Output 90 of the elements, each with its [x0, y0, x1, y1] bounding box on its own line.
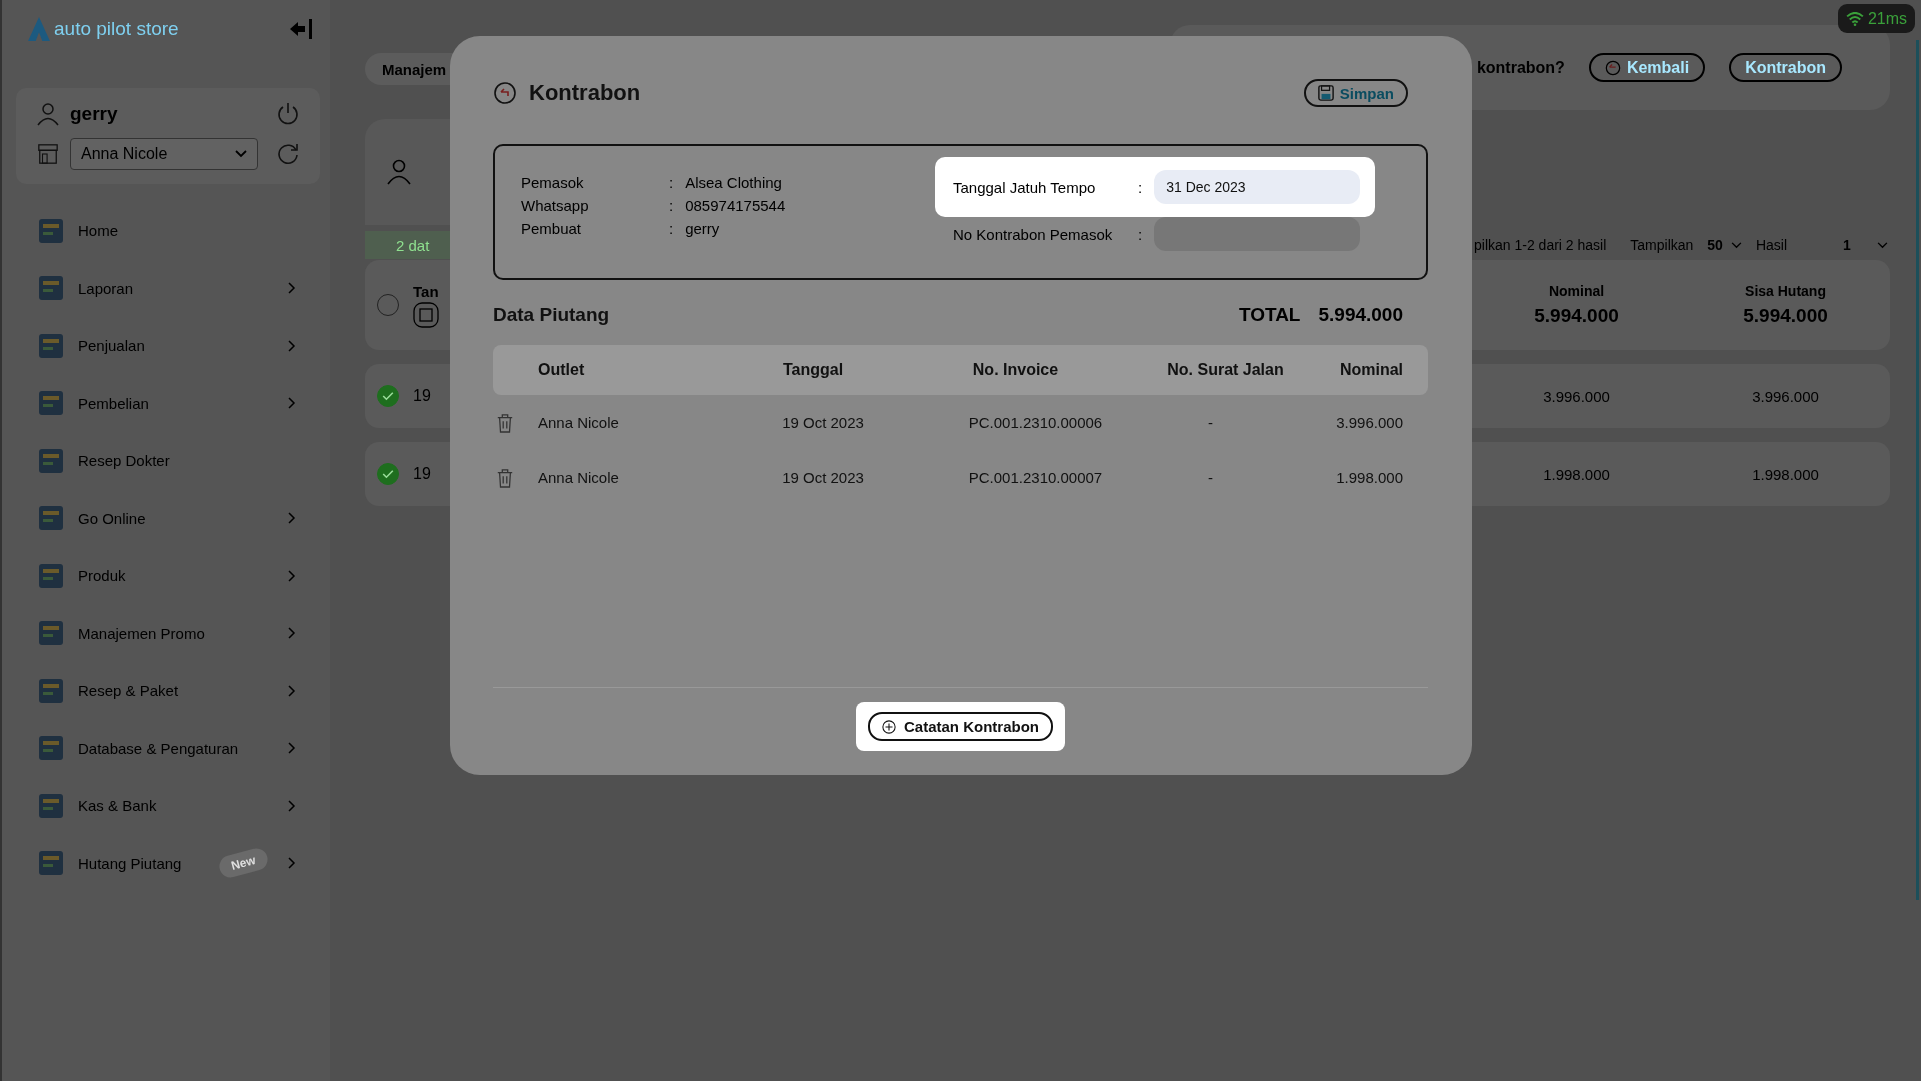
breadcrumb-text: Manajem [382, 60, 447, 78]
row-nominal: 1.998.000 [1542, 465, 1611, 483]
row-remaining: 1.998.000 [1751, 465, 1820, 483]
row-remaining: 3.996.000 [1751, 387, 1820, 405]
show-label: Tampilkan [1630, 237, 1694, 253]
table-cell-text: PC.001.2310.00006 [967, 414, 1104, 431]
row-date: 19 [413, 465, 431, 483]
table-cell-text: 19 Oct 2023 [781, 414, 865, 431]
column-header: Outlet [538, 361, 586, 379]
total-label: TOTAL [1238, 304, 1301, 326]
separator-text: : [1138, 225, 1143, 243]
input-field[interactable] [1154, 217, 1360, 251]
section-title: Data Piutang [493, 304, 610, 326]
menu-item[interactable]: Penjualan [2, 317, 330, 375]
logo-text: auto pilot store [54, 18, 179, 40]
separator-text: : [669, 174, 674, 191]
column-header: No. Invoice [971, 361, 1060, 379]
latency-text: 21ms [1867, 9, 1907, 28]
table-cell-text: PC.001.2310.00007 [967, 469, 1104, 486]
menu-item[interactable]: Home [2, 202, 330, 260]
info-label: Whatsapp [521, 197, 590, 214]
separator-text: : [669, 220, 674, 237]
prompt-text: kontrabon? [1476, 58, 1565, 77]
table-cell-text: 19 Oct 2023 [781, 469, 865, 486]
storefront-icon [36, 143, 60, 165]
info-value: 085974175544 [685, 197, 786, 214]
chevron-down-icon [1876, 241, 1888, 249]
menu-item[interactable]: Resep & Paket [2, 662, 330, 720]
table-cell-text: Anna Nicole [538, 414, 620, 431]
total-value: 5.994.000 [1534, 305, 1619, 327]
table-cell-text: - [1207, 469, 1214, 486]
power-icon[interactable] [276, 102, 300, 126]
menu-item[interactable]: Kas & Bank [2, 777, 330, 835]
menu-item[interactable]: Hutang Piutang New [2, 834, 330, 892]
back-button[interactable]: Kembali [1588, 53, 1706, 82]
field-label: Tanggal Jatuh Tempo [953, 178, 1097, 196]
user-name: gerry [70, 103, 118, 125]
info-value: Alsea Clothing [685, 174, 782, 191]
column-header: Nominal [1338, 361, 1403, 379]
outlet-select[interactable]: Anna Nicole [70, 138, 258, 170]
total-label: Nominal [1548, 283, 1605, 299]
banner-text: 2 dat [396, 236, 430, 254]
table-cell-text: 3.996.000 [1335, 414, 1403, 431]
save-button[interactable]: Simpan [1303, 79, 1408, 107]
field-label: No Kontrabon Pemasok [953, 225, 1114, 243]
page-size-select[interactable]: 50 [1707, 237, 1742, 253]
column-header: No. Surat Jalan [1166, 361, 1285, 379]
action-button[interactable]: Kontrabon [1729, 53, 1842, 82]
total-amount: 5.994.000 [1318, 304, 1403, 326]
info-label: Pemasok [521, 174, 585, 191]
info-value: gerry [685, 220, 720, 237]
chevron-down-icon [235, 150, 247, 158]
person-icon [36, 102, 60, 126]
input-field[interactable]: 31 Dec 2023 [1154, 170, 1360, 204]
pagination-summary: pilkan 1-2 dari 2 hasil [1474, 237, 1607, 253]
scrollbar[interactable] [1916, 40, 1919, 900]
column-label: Tan [413, 282, 439, 300]
person-icon [387, 159, 411, 185]
trash-icon[interactable] [496, 467, 514, 488]
trash-icon[interactable] [496, 412, 514, 433]
menu-item[interactable]: Go Online [2, 489, 330, 547]
triangle-logo-icon [28, 17, 50, 41]
menu-item[interactable]: Laporan [2, 259, 330, 317]
refresh-icon[interactable] [276, 142, 300, 166]
row-checkbox[interactable] [377, 463, 399, 485]
table-cell-text: Anna Nicole [538, 469, 620, 486]
page-select[interactable]: 1 [1843, 237, 1888, 253]
row-nominal: 3.996.000 [1542, 387, 1611, 405]
total-label: Sisa Hutang [1745, 283, 1826, 299]
menu-item[interactable]: Manajemen Promo [2, 604, 330, 662]
chevron-down-icon [1730, 241, 1742, 249]
table-cell-text: 1.998.000 [1335, 469, 1403, 486]
menu-item[interactable]: Resep Dokter [2, 432, 330, 490]
separator-text: : [1138, 178, 1143, 196]
menu-item[interactable]: Database & Pengaturan [2, 719, 330, 777]
row-date: 19 [413, 387, 431, 405]
info-label: Pembuat [521, 220, 583, 237]
total-value: 5.994.000 [1743, 305, 1828, 327]
page-label: Hasil [1755, 237, 1788, 253]
table-cell-text: - [1207, 414, 1214, 431]
menu-item[interactable]: Produk [2, 547, 330, 605]
menu-item[interactable]: Pembelian [2, 374, 330, 432]
dialog-title: Kontrabon [529, 80, 641, 106]
collapse-arrow-icon[interactable] [288, 17, 314, 41]
note-button[interactable]: Catatan Kontrabon [868, 712, 1053, 741]
separator-text: : [669, 197, 674, 214]
plus-circle-icon [882, 719, 896, 734]
row-checkbox[interactable] [377, 385, 399, 407]
column-header: Tanggal [781, 361, 845, 379]
wifi-icon [1845, 11, 1864, 26]
